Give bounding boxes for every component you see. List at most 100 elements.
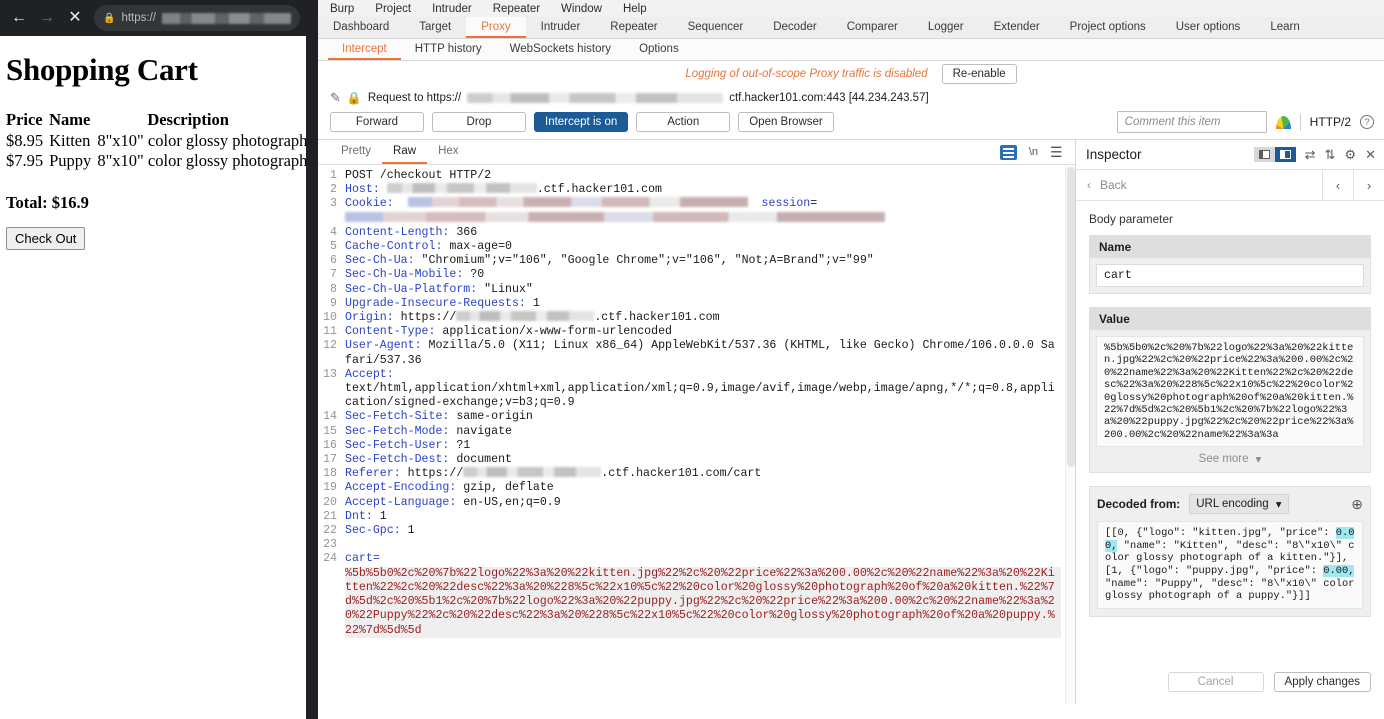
menu-item-burp[interactable]: Burp [330, 3, 354, 15]
line-number: 3 [330, 197, 337, 211]
subtab-options[interactable]: Options [625, 39, 693, 60]
prev-item-button[interactable]: ‹ [1322, 170, 1353, 200]
show-newlines-icon[interactable]: \n [1029, 146, 1038, 158]
request-line-row: 10 Origin: https://.ctf.hacker101.com [318, 311, 1075, 325]
layout-left-icon[interactable] [1253, 147, 1275, 162]
line-number: 18 [323, 467, 337, 481]
name-field-block: Name cart [1089, 235, 1371, 294]
menu-item-window[interactable]: Window [561, 3, 602, 15]
line-number: 19 [323, 481, 337, 495]
chevron-down-icon: ▾ [1275, 499, 1282, 512]
tab-repeater[interactable]: Repeater [595, 17, 672, 38]
subtab-websockets-history[interactable]: WebSockets history [496, 39, 625, 60]
tab-user-options[interactable]: User options [1161, 17, 1256, 38]
subtab-http-history[interactable]: HTTP history [401, 39, 496, 60]
decoded-value-text[interactable]: [[0, {"logo": "kitten.jpg", "price": 0.0… [1097, 521, 1363, 609]
line-number: 7 [330, 268, 337, 282]
header-value: same-origin [449, 410, 533, 424]
re-enable-button[interactable]: Re-enable [941, 64, 1017, 84]
cell-desc: 8"x10" color glossy photograph of [97, 151, 306, 170]
menu-item-repeater[interactable]: Repeater [493, 3, 540, 15]
word-wrap-icon[interactable] [999, 144, 1017, 160]
header-value: 1 [372, 509, 387, 523]
close-icon[interactable]: ✕ [1365, 148, 1376, 161]
header-name: Content-Length: [345, 225, 450, 239]
next-item-button[interactable]: › [1353, 170, 1384, 200]
gear-icon[interactable]: ⚙ [1344, 148, 1356, 161]
line-number: 5 [330, 240, 337, 254]
back-icon[interactable]: ← [6, 5, 32, 31]
header-name: Dnt: [345, 509, 373, 523]
format-tab-hex[interactable]: Hex [427, 140, 469, 164]
forward-icon[interactable]: → [34, 5, 60, 31]
header-name: User-Agent: [345, 339, 422, 353]
line-number: 22 [323, 524, 337, 538]
tab-project-options[interactable]: Project options [1055, 17, 1161, 38]
inspector-content: Body parameter Name cart Value %5b%5b0%2… [1076, 201, 1384, 660]
header-value: Mozilla/5.0 (X11; Linux x86_64) AppleWeb… [345, 339, 1055, 367]
request-editor[interactable]: 1 POST /checkout HTTP/2 2 Host: .ctf.hac… [318, 165, 1075, 704]
header-value: "Linux" [477, 282, 533, 296]
body-param-value[interactable]: %5b%5b0%2c%20%7b%22logo%22%3a%20%22kitte… [345, 566, 1061, 638]
highlight-color-icon[interactable] [1275, 115, 1291, 129]
tab-intruder[interactable]: Intruder [526, 17, 596, 38]
tab-sequencer[interactable]: Sequencer [673, 17, 759, 38]
line-number: 11 [323, 325, 337, 339]
expand-all-icon[interactable]: ⇅ [1325, 148, 1336, 161]
layout-right-icon[interactable] [1274, 147, 1296, 162]
inspector-header-icons: ⇄ ⇅ ⚙ ✕ [1253, 147, 1376, 162]
layout-toggle-group[interactable] [1253, 147, 1296, 162]
format-tab-raw[interactable]: Raw [382, 140, 428, 164]
line-number: 14 [323, 410, 337, 424]
header-name: Referer: [345, 467, 401, 481]
tab-logger[interactable]: Logger [913, 17, 979, 38]
intercept-toggle-button[interactable]: Intercept is on [534, 112, 629, 132]
name-field-input[interactable]: cart [1096, 264, 1364, 287]
open-browser-button[interactable]: Open Browser [738, 112, 834, 132]
menu-item-help[interactable]: Help [623, 3, 647, 15]
request-meta-group: HTTP/2 ? [1116, 111, 1384, 133]
comment-input[interactable] [1116, 111, 1267, 133]
tab-extender[interactable]: Extender [979, 17, 1055, 38]
menu-icon[interactable]: ☰ [1050, 145, 1063, 159]
tab-comparer[interactable]: Comparer [832, 17, 913, 38]
help-icon[interactable]: ? [1360, 115, 1374, 129]
see-more-button[interactable]: See more ▾ [1090, 447, 1370, 472]
header-name: Sec-Fetch-Dest: [345, 453, 450, 467]
pencil-icon[interactable]: ✎ [330, 90, 341, 106]
tab-target[interactable]: Target [404, 17, 466, 38]
request-scrollbar[interactable] [1065, 165, 1075, 704]
line-number: 12 [323, 339, 337, 353]
menu-item-intruder[interactable]: Intruder [432, 3, 472, 15]
address-bar[interactable]: 🔒 https:// [94, 5, 300, 31]
format-tab-pretty[interactable]: Pretty [330, 140, 382, 164]
cell-price: $7.95 [6, 151, 44, 170]
check-out-button[interactable]: Check Out [6, 227, 86, 250]
tab-learn[interactable]: Learn [1255, 17, 1314, 38]
inspector-footer: Cancel Apply changes [1076, 660, 1384, 704]
add-decoding-icon[interactable]: ⊕ [1351, 497, 1363, 511]
cancel-button[interactable]: Cancel [1167, 672, 1264, 692]
menu-item-project[interactable]: Project [375, 3, 411, 15]
collapse-all-icon[interactable]: ⇄ [1305, 148, 1316, 161]
apply-changes-button[interactable]: Apply changes [1273, 672, 1371, 692]
value-field-input[interactable]: %5b%5b0%2c%20%7b%22logo%22%3a%20%22kitte… [1096, 336, 1364, 448]
header-value: text/html,application/xhtml+xml,applicat… [345, 382, 1055, 410]
decoding-select[interactable]: URL encoding ▾ [1189, 494, 1289, 515]
header-value: en-US,en;q=0.9 [456, 495, 561, 509]
forward-button[interactable]: Forward [330, 112, 424, 132]
action-button[interactable]: Action [636, 112, 731, 132]
header-value: document [449, 453, 512, 467]
drop-button[interactable]: Drop [432, 112, 526, 132]
chevron-left-icon: ‹ [1087, 178, 1091, 192]
scrollbar-thumb[interactable] [1067, 167, 1075, 467]
format-tab-bar: Pretty Raw Hex \n ☰ [318, 140, 1075, 165]
tab-proxy[interactable]: Proxy [466, 17, 526, 38]
back-button[interactable]: ‹ Back [1076, 170, 1322, 200]
decoded-highlight-price-2: 0.00, [1323, 565, 1355, 578]
tab-decoder[interactable]: Decoder [758, 17, 831, 38]
tab-dashboard[interactable]: Dashboard [318, 17, 404, 38]
subtab-intercept[interactable]: Intercept [328, 39, 401, 60]
stop-icon[interactable]: ✕ [62, 5, 88, 31]
header-name: Sec-Fetch-Mode: [345, 424, 450, 438]
